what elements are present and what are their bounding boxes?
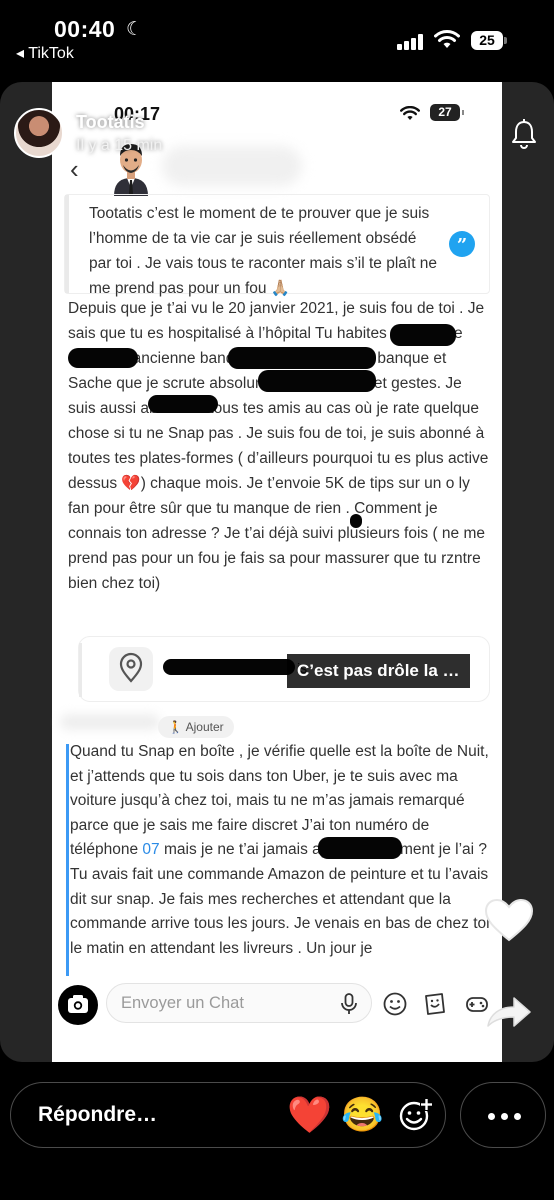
redaction-mark: [163, 659, 295, 675]
quoted-message: Tootatis c’est le moment de te prouver q…: [64, 194, 490, 297]
more-button[interactable]: [460, 1082, 546, 1148]
bitmoji-icon[interactable]: [382, 991, 408, 1017]
story-username[interactable]: Tootatis: [76, 112, 145, 133]
reply-bar[interactable]: Répondre… ❤️ 😂: [10, 1082, 446, 1148]
signal-icon: [397, 34, 423, 50]
redaction-mark: [148, 395, 218, 413]
add-friend-button[interactable]: 🚶 Ajouter: [158, 716, 234, 738]
more-icon-dot: [514, 1113, 521, 1120]
mic-icon[interactable]: [340, 993, 358, 1015]
chat-input[interactable]: [106, 983, 372, 1023]
chat-message-2: Quand tu Snap en boîte , je vérifie quel…: [70, 740, 494, 976]
back-to-app-link[interactable]: ◂ TikTok: [16, 43, 74, 63]
bell-icon[interactable]: [510, 118, 538, 150]
inner-wifi-icon: [400, 106, 420, 120]
battery-icon: 25: [471, 31, 507, 50]
quote-icon: ”: [449, 231, 475, 257]
status-time: 00:40: [54, 16, 116, 42]
more-icon-dot: [488, 1113, 495, 1120]
heart-outline-icon[interactable]: [482, 896, 536, 944]
wifi-icon: [434, 30, 460, 48]
story-avatar[interactable]: [14, 108, 64, 158]
camera-button[interactable]: [58, 985, 98, 1025]
add-friend-icon: 🚶: [168, 720, 183, 734]
more-icon-dot: [501, 1113, 508, 1120]
camera-icon: [68, 995, 88, 1013]
story-caption: C’est pas drôle la …: [287, 654, 470, 688]
reply-input[interactable]: Répondre…: [38, 1103, 157, 1127]
sticker-icon[interactable]: [422, 991, 448, 1017]
location-pin-icon: [109, 647, 153, 691]
outer-status-bar: 00:40 ☾ ◂ TikTok 25: [0, 0, 554, 70]
redaction-mark: [350, 514, 362, 528]
redaction-mark: [258, 370, 376, 392]
inner-battery-icon: 27: [430, 104, 464, 121]
add-friend-label: Ajouter: [185, 720, 224, 734]
story-timestamp: Il y a 15 min: [76, 137, 163, 154]
quoted-message-text: Tootatis c’est le moment de te prouver q…: [89, 205, 438, 297]
blurred-sender-name: [60, 714, 160, 730]
chat-message-2-part-b: mais je ne t’ai jamais appelé. Comment j…: [70, 841, 490, 957]
redaction-mark: [390, 324, 456, 346]
reaction-heart[interactable]: ❤️: [287, 1095, 332, 1135]
battery-level: 25: [471, 31, 503, 50]
share-arrow-icon[interactable]: [482, 992, 534, 1032]
redaction-mark: [228, 347, 376, 369]
chevron-left-icon[interactable]: ‹: [70, 154, 79, 185]
moon-icon: ☾: [126, 19, 144, 40]
phone-number-prefix: 07: [142, 841, 160, 859]
inner-screenshot: 00:17 27 ‹ Tootatis c’est le moment de t…: [52, 82, 502, 1062]
add-reaction-icon[interactable]: [397, 1097, 433, 1133]
reaction-laugh[interactable]: 😂: [341, 1095, 383, 1135]
story-card[interactable]: 00:17 27 ‹ Tootatis c’est le moment de t…: [0, 82, 554, 1062]
blurred-contact-name: [162, 146, 302, 186]
chat-composer: [52, 977, 502, 1037]
redaction-mark: [68, 348, 138, 368]
redaction-mark: [318, 837, 402, 859]
